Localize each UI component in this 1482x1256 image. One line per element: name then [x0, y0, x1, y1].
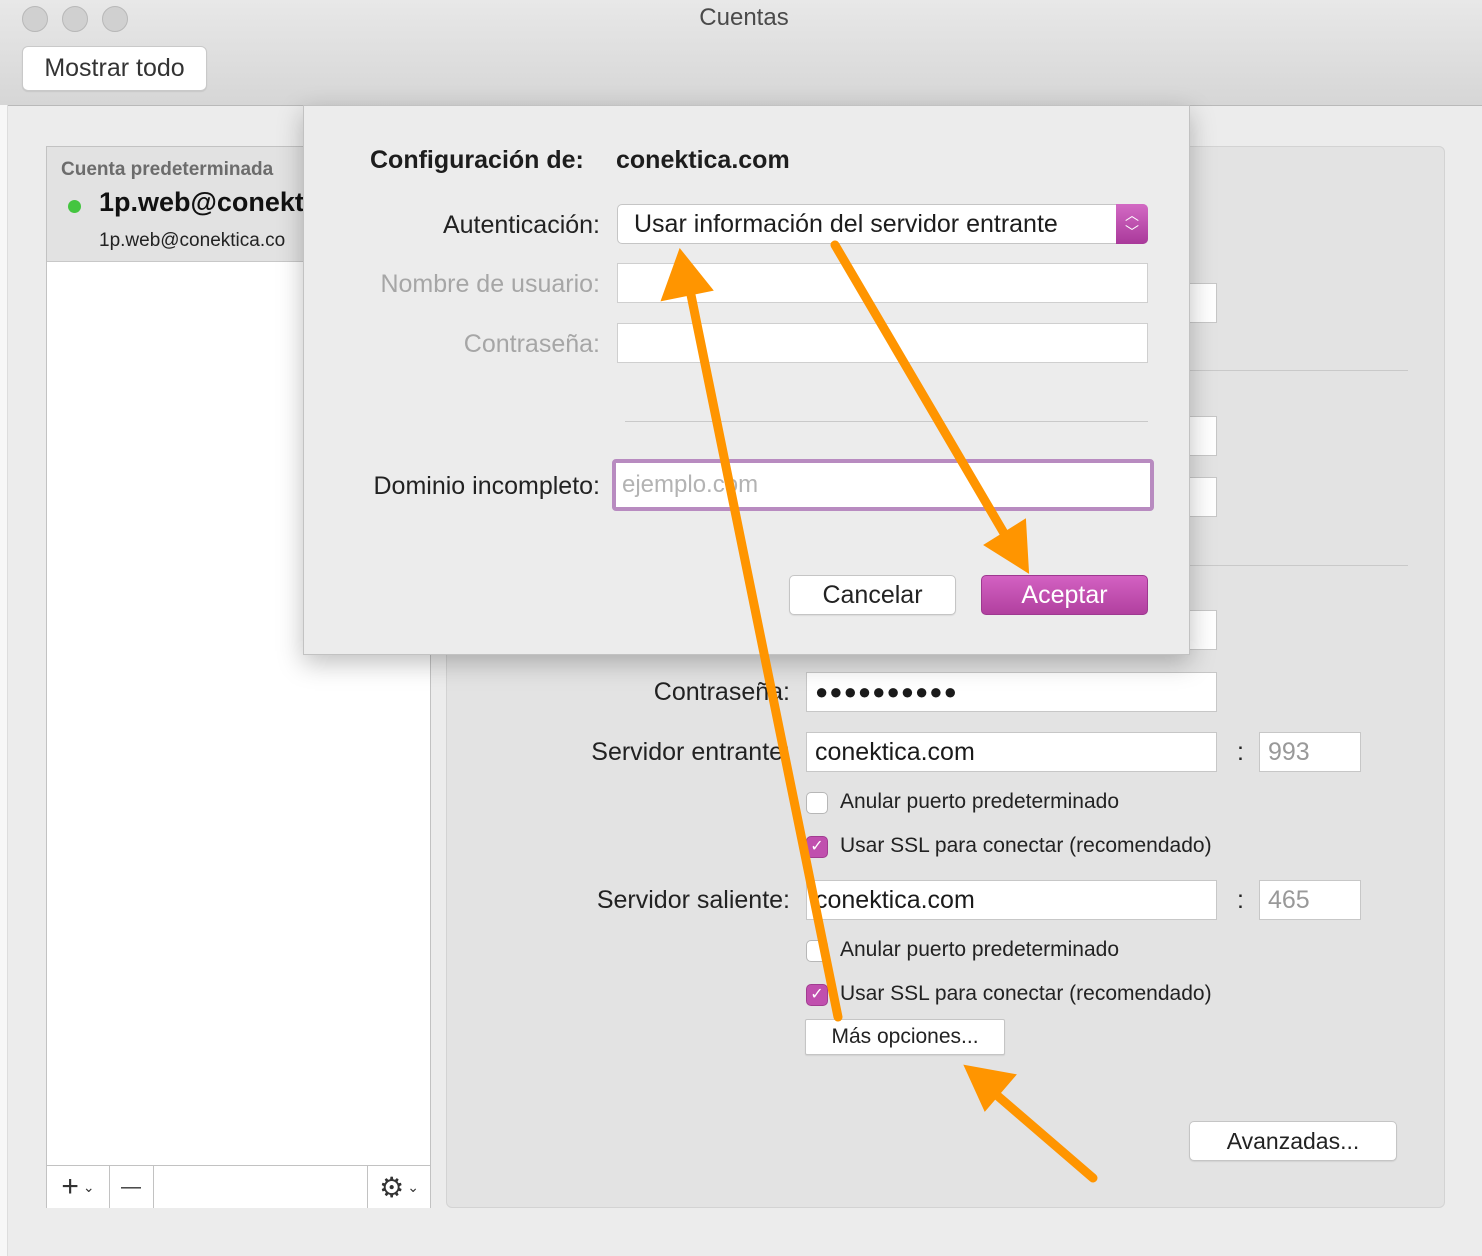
authentication-selected-value: Usar información del servidor entrante	[634, 210, 1058, 238]
sheet-divider	[625, 421, 1148, 422]
accept-button[interactable]: Aceptar	[981, 575, 1148, 615]
default-account-label: Cuenta predeterminada	[61, 159, 274, 180]
plus-icon: +	[61, 1170, 79, 1203]
password-label: Contraseña:	[653, 678, 790, 706]
override-port-label: Anular puerto predeterminado	[840, 938, 1120, 961]
authentication-select[interactable]: Usar información del servidor entrante ︿…	[617, 204, 1148, 244]
online-status-indicator	[68, 200, 81, 213]
override-port-label: Anular puerto predeterminado	[840, 790, 1120, 813]
window-toolbar: Cuentas Mostrar todo	[0, 0, 1482, 106]
incoming-server-label: Servidor entrante:	[591, 738, 790, 766]
cancel-button[interactable]: Cancelar	[789, 575, 956, 615]
advanced-button[interactable]: Avanzadas...	[1189, 1121, 1397, 1161]
gear-icon: ⚙	[379, 1171, 405, 1203]
password-field[interactable]: ●●●●●●●●●●	[806, 672, 1217, 712]
outgoing-server-config-sheet: Configuración de: conektica.com Autentic…	[303, 105, 1190, 655]
show-all-button[interactable]: Mostrar todo	[22, 46, 207, 91]
config-domain: conektica.com	[616, 146, 790, 174]
outgoing-server-label: Servidor saliente:	[596, 886, 790, 914]
username-field[interactable]	[617, 263, 1148, 303]
remove-account-button[interactable]: —	[109, 1166, 154, 1208]
domain-field[interactable]: ejemplo.com	[612, 459, 1154, 511]
domain-label: Dominio incompleto:	[373, 472, 601, 500]
background-window-edge	[0, 105, 8, 1256]
incoming-port-field[interactable]: 993	[1259, 732, 1361, 772]
port-separator: :	[1237, 738, 1244, 766]
account-list-toolbar: + ⌄ — ⚙ ⌄	[47, 1165, 430, 1208]
incoming-server-field[interactable]: conektica.com	[806, 732, 1217, 772]
checkmark-icon: ✓	[810, 986, 824, 1003]
use-ssl-label: Usar SSL para conectar (recomendado)	[840, 982, 1212, 1005]
account-email: 1p.web@conektica.co	[99, 230, 286, 251]
chevron-down-icon: ⌄	[407, 1178, 419, 1195]
outgoing-server-field[interactable]: conektica.com	[806, 880, 1217, 920]
account-name: 1p.web@conekt	[99, 187, 304, 217]
outgoing-port-field[interactable]: 465	[1259, 880, 1361, 920]
username-label: Nombre de usuario:	[380, 270, 600, 298]
incoming-ssl-checkbox[interactable]: ✓	[806, 836, 828, 858]
sheet-password-field[interactable]	[617, 323, 1148, 363]
sheet-password-label: Contraseña:	[463, 330, 600, 358]
config-label: Configuración de:	[370, 146, 584, 174]
incoming-override-port-checkbox[interactable]	[806, 792, 828, 814]
outgoing-ssl-checkbox[interactable]: ✓	[806, 984, 828, 1006]
minus-icon: —	[121, 1175, 141, 1198]
outgoing-override-port-checkbox[interactable]	[806, 940, 828, 962]
port-separator: :	[1237, 886, 1244, 914]
up-down-chevron-icon: ︿ ﹀	[1116, 204, 1148, 244]
chevron-down-icon: ⌄	[82, 1178, 95, 1195]
use-ssl-label: Usar SSL para conectar (recomendado)	[840, 834, 1212, 857]
section-divider	[1188, 565, 1408, 566]
authentication-label: Autenticación:	[442, 211, 600, 239]
checkmark-icon: ✓	[810, 838, 824, 855]
account-actions-button[interactable]: ⚙ ⌄	[367, 1166, 430, 1208]
add-account-button[interactable]: + ⌄	[47, 1166, 110, 1208]
window-title: Cuentas	[699, 4, 789, 31]
more-options-button[interactable]: Más opciones...	[805, 1019, 1005, 1055]
section-divider	[1188, 370, 1408, 371]
